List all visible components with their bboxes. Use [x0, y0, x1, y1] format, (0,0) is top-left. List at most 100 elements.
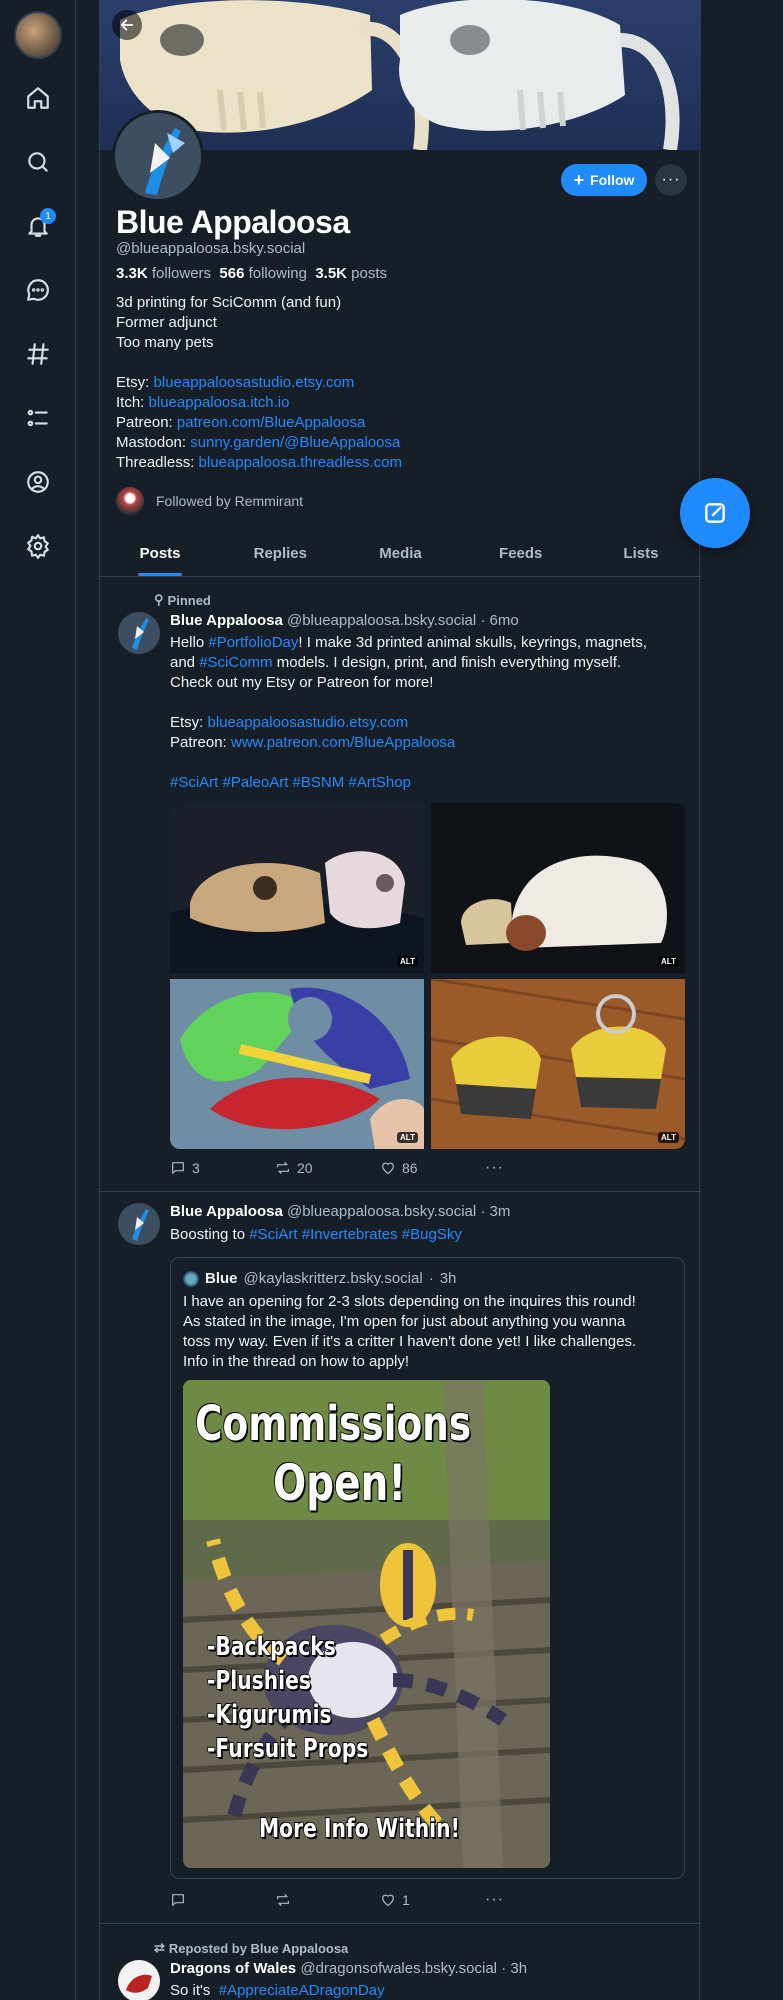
post-timestamp[interactable]: 3m	[490, 1203, 511, 1220]
post-author-avatar[interactable]	[118, 1960, 160, 2000]
alt-badge[interactable]: ALT	[658, 1132, 679, 1143]
repost-button[interactable]: 20	[275, 1160, 380, 1176]
tab-posts[interactable]: Posts	[100, 533, 220, 576]
my-avatar[interactable]	[14, 11, 62, 59]
post-image-skulls[interactable]: ALT	[170, 803, 424, 973]
post-actions: 3 20 86 ···	[170, 1157, 590, 1179]
post-author-handle[interactable]: @blueappaloosa.bsky.social	[287, 612, 476, 629]
chat-icon[interactable]	[22, 274, 54, 306]
settings-gear-icon[interactable]	[22, 530, 54, 562]
bio-label: Threadless:	[116, 454, 195, 471]
followed-by[interactable]: Followed by Remmirant	[116, 487, 303, 515]
like-button[interactable]: 1	[380, 1892, 485, 1908]
post-image-cat-skull[interactable]: ALT	[431, 803, 685, 973]
arrow-left-icon	[120, 19, 134, 31]
post-author-handle[interactable]: @dragonsofwales.bsky.social	[300, 1960, 497, 1977]
more-options-button[interactable]: ···	[655, 164, 687, 196]
quote-author-name[interactable]: Blue	[205, 1270, 238, 1287]
profile-column: + Follow ··· Blue Appaloosa @blueappaloo…	[99, 0, 701, 2000]
post-header: Blue Appaloosa @blueappaloosa.bsky.socia…	[170, 1203, 511, 1220]
threadless-link[interactable]: blueappaloosa.threadless.com	[199, 454, 402, 471]
feeds-hashtag-icon[interactable]	[22, 338, 54, 370]
ellipsis-icon: ···	[661, 171, 681, 188]
hashtag-link[interactable]: #PortfolioDay	[208, 634, 298, 651]
tab-feeds[interactable]: Feeds	[461, 533, 581, 576]
post-author-handle[interactable]: @blueappaloosa.bsky.social	[287, 1203, 476, 1220]
ellipsis-icon: ···	[485, 1159, 504, 1176]
tab-media[interactable]: Media	[340, 533, 460, 576]
repost-button[interactable]	[275, 1892, 380, 1908]
post-image-bird-model[interactable]: ALT	[170, 979, 424, 1149]
like-button[interactable]: 86	[380, 1160, 485, 1176]
hashtags-link[interactable]: #SciArt #Invertebrates #BugSky	[249, 1226, 462, 1243]
followers-link[interactable]: 3.3K followers	[116, 265, 211, 282]
home-icon[interactable]	[22, 82, 54, 114]
post-actions: 1 ···	[170, 1889, 590, 1911]
post-timestamp[interactable]: 3h	[510, 1960, 527, 1977]
post-author-name[interactable]: Blue Appaloosa	[170, 612, 283, 629]
commissions-open-image[interactable]: Commissions Open! -Backpacks -Plushies -…	[183, 1380, 550, 1868]
divider	[100, 1191, 701, 1192]
image-text-item: -Backpacks	[206, 1631, 336, 1663]
follower-avatar	[116, 487, 144, 515]
following-link[interactable]: 566 following	[219, 265, 307, 282]
heart-icon	[382, 1894, 394, 1906]
post-author-avatar[interactable]	[118, 612, 160, 654]
quote-timestamp: 3h	[439, 1270, 457, 1287]
pinned-label: ⚲ Pinned	[154, 592, 211, 608]
post-author-avatar[interactable]	[118, 1203, 160, 1245]
reposted-by-label[interactable]: ⇄ Reposted by Blue Appaloosa	[154, 1940, 348, 1956]
patreon-link[interactable]: www.patreon.com/BlueAppaloosa	[231, 734, 455, 751]
post-timestamp[interactable]: 6mo	[490, 612, 519, 629]
post-body: So it's #AppreciateADragonDay	[170, 1982, 385, 1999]
bio-label: Itch:	[116, 394, 145, 411]
post-more-button[interactable]: ···	[485, 1159, 590, 1177]
profile-avatar[interactable]	[112, 110, 204, 202]
patreon-link[interactable]: patreon.com/BlueAppaloosa	[177, 414, 365, 431]
alt-badge[interactable]: ALT	[397, 956, 418, 967]
bio-line: Too many pets	[116, 334, 214, 351]
itch-link[interactable]: blueappaloosa.itch.io	[149, 394, 290, 411]
quote-header: Blue @kaylaskritterz.bsky.social · 3h	[183, 1270, 456, 1287]
post-body: Boosting to #SciArt #Invertebrates #BugS…	[170, 1226, 462, 1243]
posts-count: 3.5K posts	[315, 265, 388, 282]
hashtag-link[interactable]: #SciComm	[199, 654, 272, 671]
reply-button[interactable]	[170, 1892, 275, 1908]
mastodon-link[interactable]: sunny.garden/@BlueAppaloosa	[190, 434, 400, 451]
ellipsis-icon: ···	[485, 1891, 504, 1908]
alt-badge[interactable]: ALT	[397, 1132, 418, 1143]
hashtags-link[interactable]: #SciArt #PaleoArt #BSNM #ArtShop	[170, 774, 411, 791]
profile-icon[interactable]	[22, 466, 54, 498]
bio-line: Former adjunct	[116, 314, 217, 331]
alt-badge[interactable]: ALT	[658, 956, 679, 967]
post-image-keyrings[interactable]: ALT	[431, 979, 685, 1149]
etsy-link[interactable]: blueappaloosastudio.etsy.com	[154, 374, 355, 391]
profile-handle: @blueappaloosa.bsky.social	[116, 240, 306, 257]
image-text-title: Commissions	[194, 1395, 472, 1453]
quote-author-handle[interactable]: @kaylaskritterz.bsky.social	[244, 1270, 423, 1287]
post-more-button[interactable]: ···	[485, 1891, 590, 1909]
back-button[interactable]	[112, 10, 142, 40]
divider	[100, 1923, 701, 1924]
notifications-bell-icon[interactable]: 1	[22, 208, 56, 242]
compose-post-button[interactable]	[680, 478, 750, 548]
post-author-name[interactable]: Dragons of Wales	[170, 1960, 296, 1977]
search-icon[interactable]	[22, 146, 54, 178]
lists-icon[interactable]	[22, 402, 54, 434]
left-nav: 1	[0, 0, 76, 2000]
tab-lists[interactable]: Lists	[581, 533, 701, 576]
repost-icon: ⇄	[154, 1940, 165, 1955]
etsy-link[interactable]: blueappaloosastudio.etsy.com	[208, 714, 409, 731]
pin-icon: ⚲	[154, 592, 164, 607]
follow-button[interactable]: + Follow	[561, 164, 647, 196]
quoted-post[interactable]: Blue @kaylaskritterz.bsky.social · 3h I …	[170, 1257, 685, 1879]
reply-button[interactable]: 3	[170, 1160, 275, 1176]
followed-by-text: Followed by Remmirant	[156, 493, 304, 509]
hashtag-link[interactable]: #AppreciateADragonDay	[219, 1982, 385, 1999]
bio-label: Patreon:	[116, 414, 173, 431]
post-body: Hello #PortfolioDay! I make 3d printed a…	[170, 634, 647, 791]
post-author-name[interactable]: Blue Appaloosa	[170, 1203, 283, 1220]
bio-label: Mastodon:	[116, 434, 187, 451]
profile-tabs: Posts Replies Media Feeds Lists	[100, 533, 701, 577]
tab-replies[interactable]: Replies	[220, 533, 340, 576]
